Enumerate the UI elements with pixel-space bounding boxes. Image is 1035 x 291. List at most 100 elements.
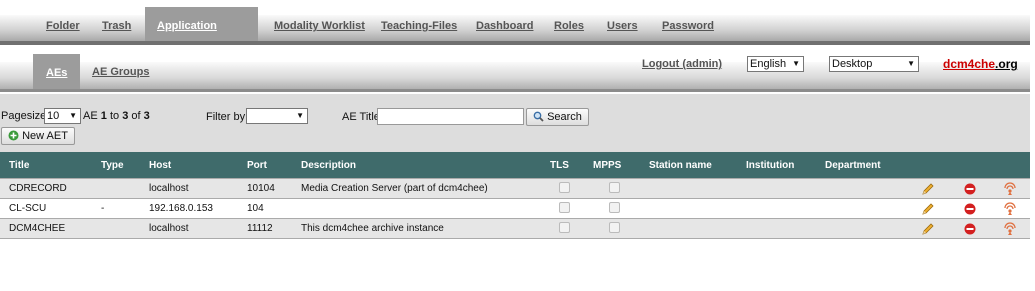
delete-icon[interactable] — [964, 183, 976, 195]
echo-icon[interactable] — [1003, 182, 1017, 195]
cell-echo — [1000, 218, 1030, 239]
ae-title-label: AE Title — [342, 111, 380, 123]
tab-aes[interactable]: AEs — [33, 54, 81, 89]
table-row[interactable]: CDRECORD localhost 10104 Media Creation Ser… — [0, 178, 1030, 199]
logout-link[interactable]: Logout (admin) — [642, 58, 722, 70]
cell-host: 192.168.0.153 — [149, 198, 247, 219]
tab-ae-groups[interactable]: AE Groups — [92, 66, 149, 78]
table-header-row: Title Type Host Port Description TLS MPP… — [0, 152, 1030, 179]
tls-checkbox — [559, 201, 570, 213]
column-header: Department — [825, 152, 921, 179]
filter-by-select[interactable]: ▼ — [246, 108, 308, 124]
result-to: 3 — [122, 110, 129, 122]
column-header: Title — [0, 152, 101, 179]
cell-mpps — [593, 218, 649, 239]
mpps-checkbox — [609, 221, 620, 233]
tab-modality-worklist[interactable]: Modality Worklist — [274, 15, 365, 41]
cell-department — [825, 198, 921, 219]
column-header: Institution — [746, 152, 825, 179]
main-navigation: Folder Trash Application Entities Modali… — [0, 7, 1030, 70]
cell-edit — [921, 218, 960, 239]
view-select[interactable]: Desktop ▼ — [829, 56, 919, 72]
pagesize-value: 10 — [47, 110, 60, 122]
chevron-down-icon: ▼ — [69, 111, 77, 120]
column-header — [960, 152, 1000, 179]
cell-station — [649, 198, 746, 219]
pencil-icon[interactable] — [921, 202, 935, 216]
filter-by-label: Filter by: — [206, 111, 249, 123]
search-label: Search — [547, 111, 582, 123]
cell-edit — [921, 198, 960, 219]
pencil-icon[interactable] — [921, 182, 935, 196]
add-icon — [8, 130, 19, 141]
cell-delete — [960, 198, 1000, 219]
cell-edit — [921, 178, 960, 199]
result-count: AE 1 to 3 of 3 — [83, 110, 150, 122]
column-header: TLS — [550, 152, 593, 179]
cell-title: CDRECORD — [0, 178, 101, 199]
result-total: 3 — [143, 110, 150, 122]
cell-type: - — [101, 198, 149, 219]
column-header: Type — [101, 152, 149, 179]
chevron-down-icon: ▼ — [792, 59, 800, 68]
mpps-checkbox — [609, 181, 620, 193]
tab-roles[interactable]: Roles — [554, 15, 584, 41]
cell-station — [649, 218, 746, 239]
column-header: MPPS — [593, 152, 649, 179]
echo-icon[interactable] — [1003, 222, 1017, 235]
cell-delete — [960, 178, 1000, 199]
tab-application-entities[interactable]: Application Entities — [145, 7, 258, 70]
column-header: Host — [149, 152, 247, 179]
pagesize-label: Pagesize — [1, 110, 47, 122]
echo-icon[interactable] — [1003, 202, 1017, 215]
view-value: Desktop — [832, 58, 873, 70]
new-aet-label: New AET — [22, 130, 68, 142]
cell-mpps — [593, 178, 649, 199]
tab-teaching-files[interactable]: Teaching-Files — [381, 15, 457, 41]
column-header: Station name — [649, 152, 746, 179]
cell-title: CL-SCU — [0, 198, 101, 219]
delete-icon[interactable] — [964, 203, 976, 215]
tab-users[interactable]: Users — [607, 15, 638, 41]
brand-link[interactable]: dcm4che.org — [943, 57, 1018, 71]
brand-name: dcm4che — [943, 57, 996, 71]
language-value: English — [750, 58, 787, 70]
result-to-word: to — [109, 110, 120, 122]
cell-type — [101, 218, 149, 239]
column-header — [921, 152, 960, 179]
table-row[interactable]: DCM4CHEE localhost 11112 This dcm4chee arch… — [0, 218, 1030, 239]
tab-dashboard[interactable]: Dashboard — [476, 15, 533, 41]
cell-description: This dcm4chee archive instance — [301, 218, 550, 239]
pencil-icon[interactable] — [921, 222, 935, 236]
cell-tls — [550, 178, 593, 199]
cell-echo — [1000, 178, 1030, 199]
cell-port: 10104 — [247, 178, 301, 199]
cell-port: 11112 — [247, 218, 301, 239]
table-row[interactable]: CL-SCU -192.168.0.153 104 — [0, 198, 1030, 219]
search-button[interactable]: Search — [526, 108, 589, 126]
cell-delete — [960, 218, 1000, 239]
column-header: Port — [247, 152, 301, 179]
pagesize-select[interactable]: 10 ▼ — [44, 108, 81, 124]
cell-mpps — [593, 198, 649, 219]
cell-department — [825, 218, 921, 239]
brand-domain: .org — [995, 57, 1018, 71]
column-header: Description — [301, 152, 550, 179]
tab-trash[interactable]: Trash — [102, 15, 131, 41]
new-aet-button[interactable]: New AET — [1, 127, 75, 145]
cell-description: Media Creation Server (part of dcm4chee) — [301, 178, 550, 199]
language-select[interactable]: English ▼ — [747, 56, 804, 72]
cell-port: 104 — [247, 198, 301, 219]
search-icon — [533, 111, 544, 122]
cell-tls — [550, 218, 593, 239]
ae-title-input[interactable] — [377, 108, 524, 125]
cell-title: DCM4CHEE — [0, 218, 101, 239]
tab-folder[interactable]: Folder — [46, 15, 80, 41]
cell-host: localhost — [149, 178, 247, 199]
result-from: 1 — [100, 110, 107, 122]
tls-checkbox — [559, 221, 570, 233]
tab-password[interactable]: Password — [662, 15, 714, 41]
result-of-word: of — [131, 110, 141, 122]
delete-icon[interactable] — [964, 223, 976, 235]
cell-institution — [746, 198, 825, 219]
